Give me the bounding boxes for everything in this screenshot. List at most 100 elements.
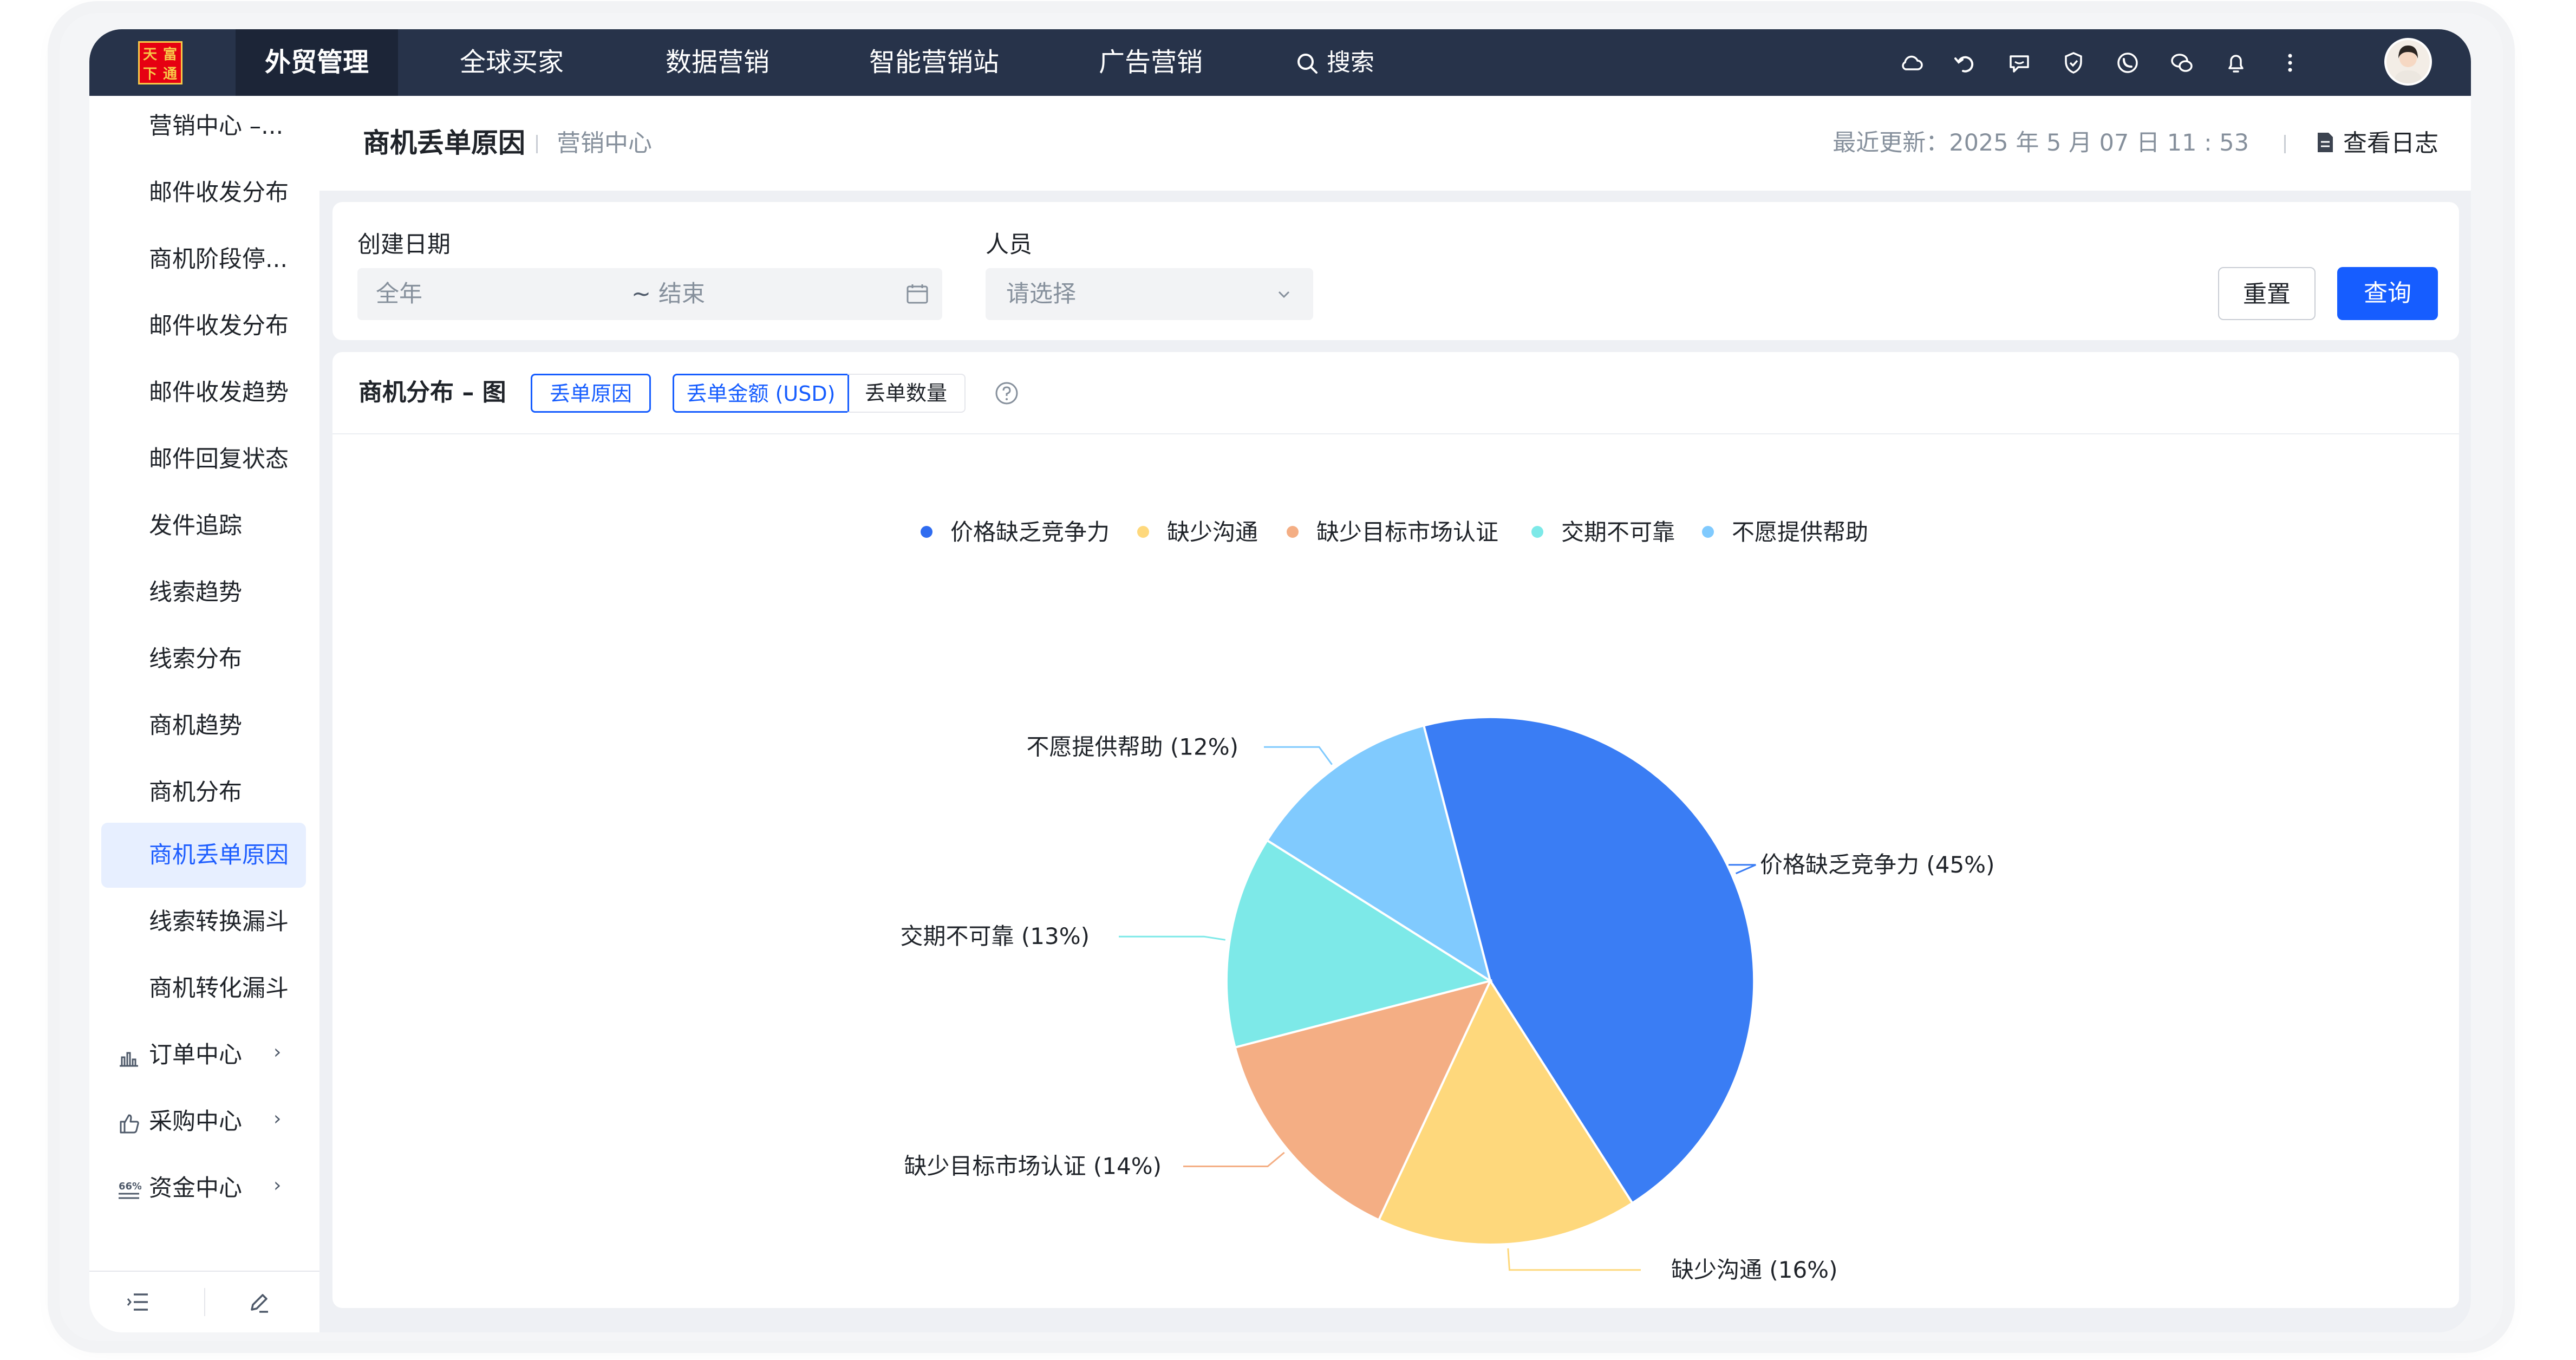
shield-icon[interactable] [2060,50,2086,76]
sidebar-item-lead-trend[interactable]: 线索趋势 [149,576,242,609]
sidebar-item-opportunity-stage[interactable]: 商机阶段停... [149,243,288,276]
slice-label: 交期不可靠 (13%) [901,923,1090,949]
top-nav: 天 富 下 通 外贸管理 全球买家 数据营销 智能营销站 广告营销 搜索 [89,29,2471,96]
lost-count-tab[interactable]: 丢单数量 [847,374,966,413]
svg-text:天: 天 [143,47,157,63]
search-label[interactable]: 搜索 [1327,29,1374,96]
document-icon [2318,133,2333,152]
sidebar-item-lead-funnel[interactable]: 线索转换漏斗 [149,906,289,938]
sidebar-footer [89,1271,319,1332]
percent-icon: 66% [119,1181,141,1199]
svg-text:通: 通 [163,66,177,82]
slice-label: 缺少沟通 (16%) [1671,1257,1837,1283]
collapse-menu-icon[interactable] [126,1290,151,1314]
nav-smart-station[interactable]: 智能营销站 [837,29,1032,96]
legend-marker[interactable] [1137,526,1149,538]
chevron-right-icon: › [273,1041,282,1063]
legend-label[interactable]: 缺少目标市场认证 [1316,519,1498,545]
date-start-input[interactable]: 全年 [376,268,422,320]
date-filter-label: 创建日期 [357,231,451,258]
breadcrumb[interactable]: 营销中心 [557,96,652,191]
legend-label[interactable]: 价格缺乏竞争力 [950,519,1110,545]
view-log-button[interactable]: 查看日志 [2316,96,2438,191]
legend-label[interactable]: 不愿提供帮助 [1732,519,1868,545]
person-select-placeholder: 请选择 [1006,281,1076,308]
sidebar-item-mail-reply-status[interactable]: 邮件回复状态 [149,443,289,476]
date-range-separator: ~ [631,281,651,308]
nav-ad-marketing[interactable]: 广告营销 [1064,29,1237,96]
whatsapp-icon[interactable] [2115,50,2141,76]
leader-line [1119,935,1226,941]
slice-label: 缺少目标市场认证 (14%) [904,1153,1162,1179]
chevron-down-icon [1278,291,1290,298]
legend-label[interactable]: 交期不可靠 [1561,519,1675,545]
leader-line [1264,746,1333,765]
leader-line [1507,1248,1641,1271]
page-title: 商机丢单原因 [363,127,525,159]
legend-marker[interactable] [1287,526,1299,538]
filter-panel: 创建日期 全年 ~ 结束 人员 请选择 重置 查询 [332,202,2459,340]
bar-chart-icon [120,1052,138,1067]
leader-line [1729,864,1756,875]
sidebar-group-orders[interactable]: 订单中心 [149,1039,242,1071]
thumbs-up-icon [120,1114,139,1134]
cloud-icon[interactable] [1898,50,1924,76]
search-icon[interactable] [1296,52,1319,75]
query-button[interactable]: 查询 [2337,267,2438,320]
bell-icon[interactable] [2223,50,2249,76]
legend-marker[interactable] [921,526,932,538]
help-icon[interactable] [994,381,1019,406]
page-header: 商机丢单原因 营销中心 最近更新：2025 年 5 月 07 日 11 : 53… [319,96,2471,191]
chart-header: 商机分布 – 图 丢单原因 丢单金额 (USD) 丢单数量 [332,352,2459,434]
view-log-label: 查看日志 [2343,129,2438,157]
sidebar-item-send-tracking[interactable]: 发件追踪 [149,510,242,542]
sidebar-item-opportunity-trend[interactable]: 商机趋势 [149,710,242,742]
reset-button[interactable]: 重置 [2218,267,2316,320]
sidebar-group-purchasing[interactable]: 采购中心 [149,1105,242,1138]
legend-marker[interactable] [1702,526,1714,538]
slice-label: 价格缺乏竞争力 (45%) [1760,851,1994,878]
date-end-input[interactable]: 结束 [658,268,705,320]
pie-slices [1225,715,1756,1246]
sidebar-item-lead-distribution[interactable]: 线索分布 [149,643,242,675]
calendar-icon[interactable] [905,282,929,306]
sidebar: 营销中心 –... 邮件收发分布 商机阶段停... 邮件收发分布 邮件收发趋势 … [89,96,319,1332]
person-filter-label: 人员 [986,231,1032,258]
chart-legend: 价格缺乏竞争力 缺少沟通 缺少目标市场认证 交期不可靠 不愿提供帮助 [921,519,1868,545]
sidebar-group-finance[interactable]: 资金中心 [149,1172,242,1205]
sidebar-item-mail-distribution[interactable]: 邮件收发分布 [149,177,289,209]
sidebar-item-mail-trend[interactable]: 邮件收发趋势 [149,376,289,409]
edit-icon[interactable] [246,1290,271,1315]
nav-data-marketing[interactable]: 数据营销 [631,29,804,96]
nav-global-buyers[interactable]: 全球买家 [425,29,598,96]
sidebar-item-marketing-center[interactable]: 营销中心 –... [149,110,283,142]
lost-reason-tab[interactable]: 丢单原因 [531,374,651,413]
wechat-icon[interactable] [2169,50,2195,76]
user-avatar[interactable] [2384,38,2432,86]
app-window: 天 富 下 通 外贸管理 全球买家 数据营销 智能营销站 广告营销 搜索 营销中… [89,29,2471,1332]
pie-chart: 价格缺乏竞争力 缺少沟通 缺少目标市场认证 交期不可靠 不愿提供帮助 价格缺乏竞争力 (… [901,519,1995,1283]
chevron-right-icon: › [273,1174,282,1196]
leader-line [1183,1151,1285,1167]
sidebar-item-opportunity-funnel[interactable]: 商机转化漏斗 [149,972,289,1005]
legend-marker[interactable] [1531,526,1543,538]
lost-amount-tab[interactable]: 丢单金额 (USD) [673,374,849,413]
slice-label: 不愿提供帮助 (12%) [1027,733,1238,760]
more-vertical-icon[interactable] [2277,50,2303,76]
date-range-picker[interactable]: 全年 ~ 结束 [357,268,942,320]
sidebar-item-mail-distribution-2[interactable]: 邮件收发分布 [149,310,289,342]
sidebar-item-lost-reasons[interactable]: 商机丢单原因 [149,839,289,871]
svg-text:富: 富 [163,46,177,63]
svg-text:下: 下 [143,66,157,82]
chevron-right-icon: › [273,1108,282,1130]
brand-logo[interactable]: 天 富 下 通 [138,41,182,84]
chart-title: 商机分布 – 图 [358,379,506,406]
legend-label[interactable]: 缺少沟通 [1167,519,1258,545]
chat-bubble-icon[interactable] [2006,50,2032,76]
sidebar-item-opportunity-distribution[interactable]: 商机分布 [149,776,242,809]
person-select[interactable]: 请选择 [986,268,1313,320]
nav-foreign-trade[interactable]: 外贸管理 [236,29,398,96]
last-updated-text: 最近更新：2025 年 5 月 07 日 11 : 53 [1832,129,2249,157]
chart-panel: 商机分布 – 图 丢单原因 丢单金额 (USD) 丢单数量 价格缺乏竞争力缺少沟… [332,352,2459,1308]
refresh-icon[interactable] [1952,50,1978,76]
